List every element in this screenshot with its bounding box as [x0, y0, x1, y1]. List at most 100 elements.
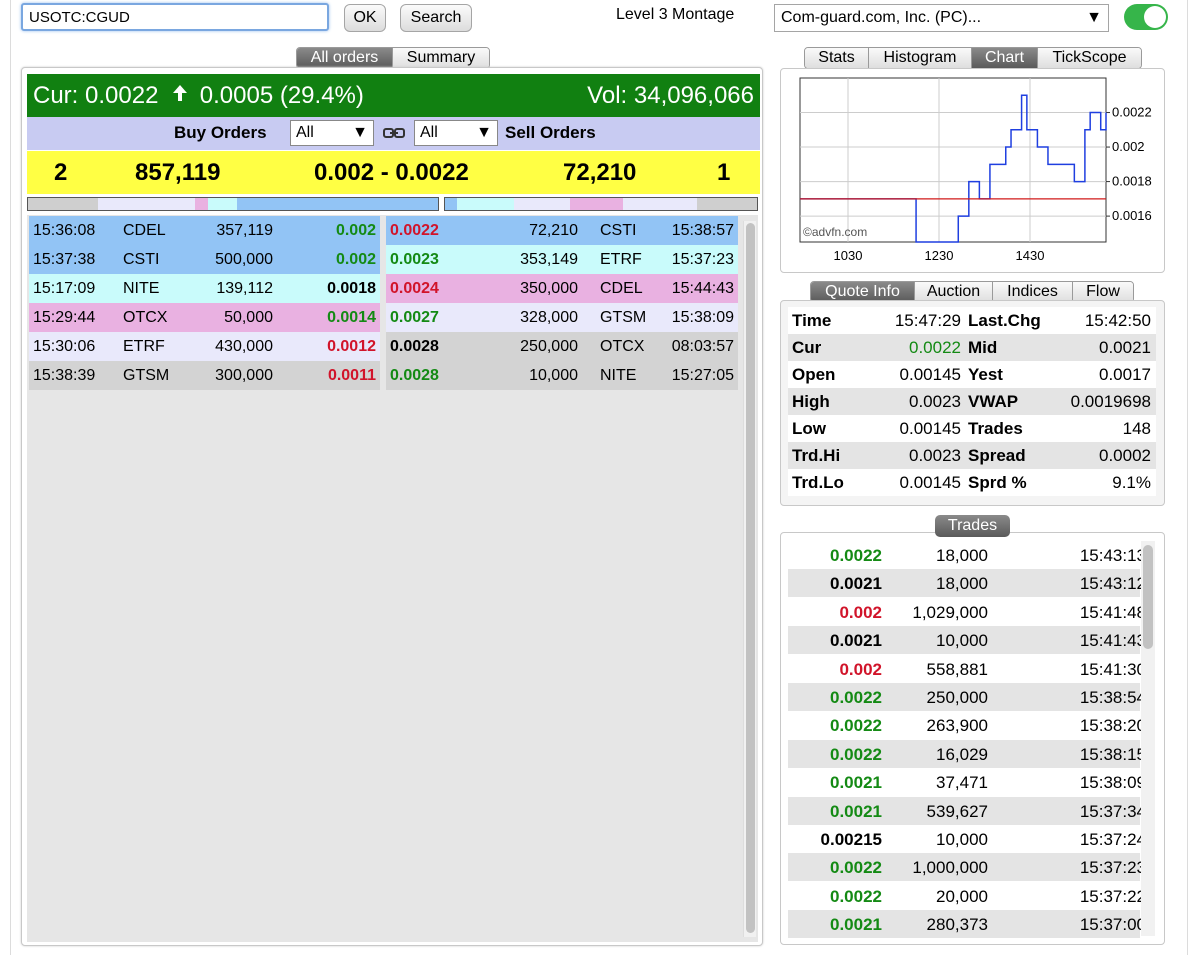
size: 350,000	[520, 279, 578, 297]
sell-filter-select[interactable]: All ▼	[414, 120, 498, 146]
market-maker: GTSM	[600, 308, 647, 326]
trade-row: 0.0022 250,000 15:38:54	[788, 683, 1146, 711]
tab-flow[interactable]: Flow	[1073, 282, 1133, 302]
time: 15:37:38	[33, 250, 96, 268]
link-icon[interactable]	[383, 125, 405, 141]
quote-value: 0.0023	[909, 446, 961, 465]
tab-quote-info[interactable]: Quote Info	[811, 282, 915, 302]
chevron-down-icon: ▼	[352, 124, 368, 141]
time: 15:44:43	[671, 279, 734, 297]
sell-order-row[interactable]: 0.0024 350,000 CDEL 15:44:43	[386, 274, 738, 303]
trade-size: 16,029	[936, 744, 988, 764]
trade-size: 1,000,000	[912, 858, 988, 878]
tab-chart[interactable]: Chart	[972, 48, 1038, 68]
time: 15:17:09	[33, 279, 96, 297]
time: 15:37:23	[671, 250, 734, 268]
tab-stats[interactable]: Stats	[805, 48, 869, 68]
sell-orders-label: Sell Orders	[505, 123, 596, 142]
quote-value: 15:47:29	[894, 311, 961, 330]
tab-auction[interactable]: Auction	[915, 282, 993, 302]
trade-time: 15:43:13	[1079, 546, 1146, 565]
trade-row: 0.0021 539,627 15:37:34	[788, 796, 1146, 825]
tab-tickscope[interactable]: TickScope	[1038, 48, 1141, 68]
sell-order-row[interactable]: 0.0022 72,210 CSTI 15:38:57	[386, 216, 738, 245]
size: 10,000	[529, 366, 578, 384]
trade-price: 0.0022	[830, 886, 882, 906]
time: 15:38:09	[671, 308, 734, 326]
y-tick-label: 0.0022	[1112, 105, 1152, 120]
quote-label: Spread	[968, 446, 1026, 465]
buy-order-row[interactable]: 15:30:06 ETRF 430,000 0.0012	[29, 332, 380, 361]
trade-price: 0.0022	[830, 858, 882, 878]
price: 0.0012	[327, 337, 376, 355]
trade-time: 15:38:20	[1079, 716, 1146, 736]
scroll-thumb[interactable]	[1143, 545, 1153, 649]
tab-indices[interactable]: Indices	[993, 282, 1073, 302]
size: 250,000	[520, 337, 578, 355]
trade-size: 250,000	[926, 688, 988, 707]
current-price: Cur: 0.0022 0.0005 (29.4%)	[33, 82, 364, 110]
trade-row: 0.0022 18,000 15:43:13	[788, 541, 1146, 569]
chart-frame	[799, 77, 1107, 243]
trade-price: 0.0022	[830, 744, 882, 764]
tab-all-orders[interactable]: All orders	[297, 48, 393, 68]
time: 15:29:44	[33, 308, 96, 326]
quote-value: 9.1%	[1112, 473, 1151, 492]
orders-tab-group: All orders Summary	[296, 47, 490, 69]
sell-order-row[interactable]: 0.0027 328,000 GTSM 15:38:09	[386, 303, 738, 332]
trade-price: 0.0022	[830, 688, 882, 707]
price-chart: 1030 1230 1430 0.0022 0.002 0.0018 0.0016 ©advf…	[799, 77, 1152, 263]
trade-row: 0.0022 16,029 15:38:15	[788, 739, 1146, 768]
symbol-input[interactable]	[21, 3, 329, 31]
market-maker: ETRF	[123, 337, 165, 355]
scroll-thumb[interactable]	[746, 223, 755, 933]
buy-filter-value: All	[296, 124, 314, 141]
streaming-toggle[interactable]	[1124, 4, 1168, 30]
sell-order-row[interactable]: 0.0028 10,000 NITE 15:27:05	[386, 361, 738, 390]
buy-order-row[interactable]: 15:36:08 CDEL 357,119 0.002	[29, 216, 380, 245]
sell-order-row[interactable]: 0.0023 353,149 ETRF 15:37:23	[386, 245, 738, 274]
chevron-down-icon: ▼	[1086, 9, 1102, 26]
orders-scrollbar[interactable]	[743, 221, 756, 937]
buy-order-row[interactable]: 15:29:44 OTCX 50,000 0.0014	[29, 303, 380, 332]
trade-size: 10,000	[936, 631, 988, 651]
ok-button[interactable]: OK	[344, 4, 386, 32]
buy-order-row[interactable]: 15:37:38 CSTI 500,000 0.002	[29, 245, 380, 274]
trade-row: 0.0021 37,471 15:38:09	[788, 768, 1146, 797]
size: 139,112	[216, 279, 273, 297]
time: 15:36:08	[33, 221, 96, 239]
trade-time: 15:37:24	[1079, 830, 1146, 849]
x-tick-label: 1430	[1016, 248, 1045, 263]
buy-filter-select[interactable]: All ▼	[290, 120, 374, 146]
quote-label: Sprd %	[968, 473, 1027, 492]
trade-price: 0.002	[839, 602, 882, 622]
arrow-up-icon	[173, 84, 188, 101]
buy-size: 857,119	[135, 159, 221, 186]
tab-histogram[interactable]: Histogram	[869, 48, 972, 68]
cur-value: Cur: 0.0022	[33, 81, 159, 109]
price-change: 0.0005 (29.4%)	[199, 81, 364, 109]
company-select[interactable]: Com-guard.com, Inc. (PC)... ▼	[774, 4, 1109, 32]
quote-value: 0.00145	[899, 365, 961, 384]
x-tick-label: 1230	[925, 248, 954, 263]
tab-summary[interactable]: Summary	[393, 48, 489, 68]
trade-size: 37,471	[936, 773, 988, 793]
price: 0.002	[335, 221, 376, 239]
size: 357,119	[216, 221, 273, 239]
sell-order-row[interactable]: 0.0028 250,000 OTCX 08:03:57	[386, 332, 738, 361]
quote-label: VWAP	[968, 392, 1019, 411]
quote-label: Cur	[792, 338, 822, 357]
quote-value: 0.00145	[899, 473, 961, 492]
trade-size: 263,900	[926, 716, 988, 736]
sell-filter-value: All	[420, 124, 438, 141]
buy-order-row[interactable]: 15:38:39 GTSM 300,000 0.0011	[29, 361, 380, 390]
quote-value: 0.0017	[1099, 365, 1151, 384]
quote-label: Low	[792, 419, 826, 438]
price: 0.0011	[327, 366, 376, 384]
search-button[interactable]: Search	[400, 4, 472, 32]
buy-order-row[interactable]: 15:17:09 NITE 139,112 0.0018	[29, 274, 380, 303]
trades-scrollbar[interactable]	[1141, 541, 1155, 936]
market-maker: NITE	[600, 366, 637, 384]
trade-price: 0.00215	[820, 830, 882, 849]
trade-size: 20,000	[936, 886, 988, 906]
